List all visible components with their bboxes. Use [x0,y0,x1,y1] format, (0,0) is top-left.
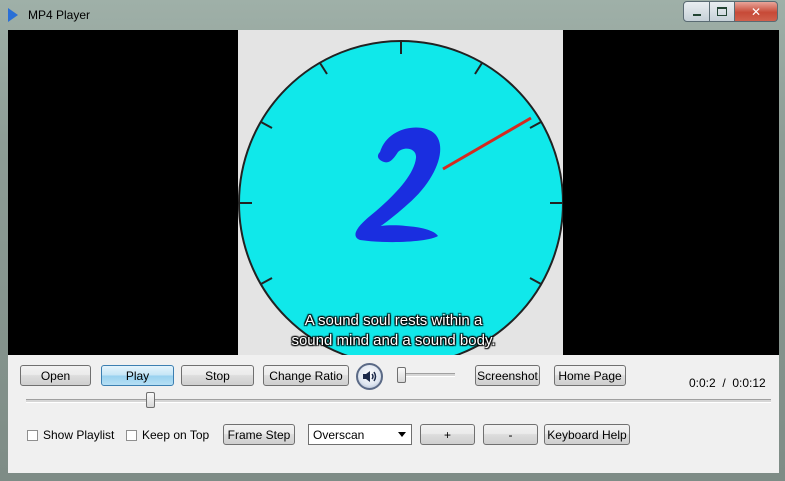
title-bar[interactable]: MP4 Player ✕ [0,0,785,30]
keep-on-top-label: Keep on Top [142,428,210,442]
keep-on-top-checkbox[interactable]: Keep on Top [126,428,209,442]
minus-button[interactable]: - [483,424,538,445]
window-frame: MP4 Player ✕ A sound soul rests within a… [0,0,785,481]
seek-slider-track[interactable] [26,399,771,403]
window-buttons: ✕ [683,1,778,22]
play-button[interactable]: Play [101,365,174,386]
show-playlist-box[interactable] [27,429,38,441]
scan-mode-select[interactable]: Overscan [308,424,412,445]
time-display: 0:0:2 / 0:0:12 [689,376,766,390]
minimize-button[interactable] [683,1,710,22]
change-ratio-button[interactable]: Change Ratio [263,365,349,386]
app-play-icon [8,8,18,22]
volume-slider-thumb[interactable] [397,367,406,383]
subtitle-line-1: A sound soul rests within a [304,312,483,329]
maximize-icon [717,7,727,16]
screenshot-button[interactable]: Screenshot [475,365,540,386]
window-title: MP4 Player [28,8,91,22]
clock-graphic [238,40,564,355]
scan-mode-value: Overscan [313,427,365,442]
show-playlist-label: Show Playlist [43,428,115,442]
home-page-button[interactable]: Home Page [554,365,626,386]
minimize-icon [692,13,701,16]
frame-step-button[interactable]: Frame Step [223,424,295,445]
keyboard-help-button[interactable]: Keyboard Help [544,424,630,445]
volume-button[interactable] [356,363,383,390]
video-area[interactable]: A sound soul rests within a sound mind a… [8,30,779,355]
chevron-down-icon [398,432,406,437]
show-playlist-checkbox[interactable]: Show Playlist [27,428,114,442]
client-area: A sound soul rests within a sound mind a… [8,30,779,473]
plus-button[interactable]: + [420,424,475,445]
subtitle-line-2: sound mind and a sound body. [291,332,496,349]
stop-button[interactable]: Stop [181,365,254,386]
open-button[interactable]: Open [20,365,91,386]
seek-slider-thumb[interactable] [146,392,156,408]
speaker-icon [363,371,377,382]
keep-on-top-box[interactable] [126,429,137,441]
close-button[interactable]: ✕ [735,1,778,22]
close-icon: ✕ [750,4,762,19]
maximize-button[interactable] [710,1,735,22]
video-frame [238,30,564,355]
